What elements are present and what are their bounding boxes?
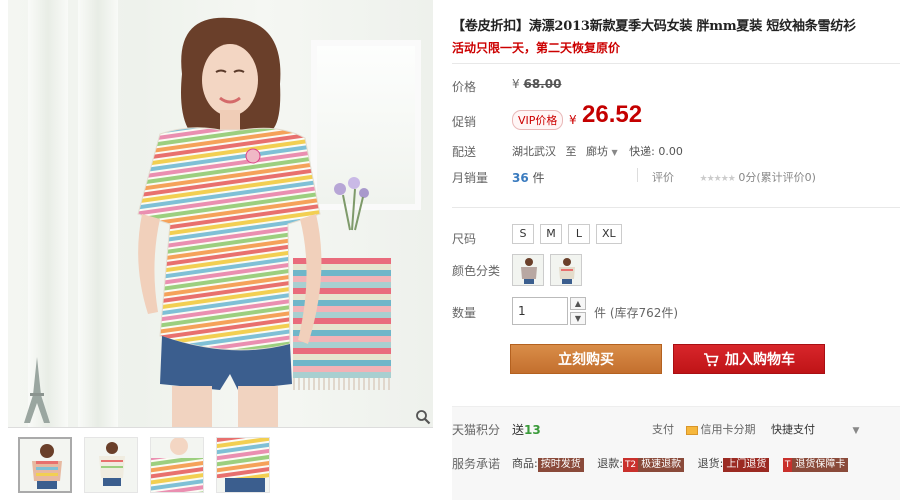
monthly-sales: 36 件 — [512, 169, 545, 186]
points-label: 天猫积分 — [452, 423, 501, 437]
cart-icon — [704, 353, 719, 367]
service-tag-pickup-return[interactable]: 上门退货 — [723, 458, 770, 472]
ship-fee: 快递: 0.00 — [629, 145, 683, 158]
service-tag-fast-refund[interactable]: 极速退款 — [638, 458, 685, 472]
service-prefix: 退货: — [697, 457, 724, 470]
price-currency: ¥ — [569, 113, 577, 127]
add-to-cart-button[interactable]: 加入购物车 — [673, 344, 825, 374]
quantity-label: 数量 — [452, 306, 477, 320]
ship-from: 湖北武汉 — [512, 145, 556, 158]
flowers-decor — [334, 177, 369, 231]
sales-count: 36 — [512, 171, 529, 185]
divider — [452, 63, 900, 64]
stock-info: 件 (库存762件) — [594, 306, 679, 320]
service-label: 服务承诺 — [452, 457, 501, 471]
review-count-link[interactable]: 0分(累计评价0) — [738, 171, 816, 184]
size-label: 尺码 — [452, 232, 477, 246]
divider — [452, 207, 900, 208]
curtain-decor — [78, 0, 118, 427]
price-label: 价格 — [452, 80, 477, 94]
ship-to-dropdown[interactable]: 廊坊 ▼ — [586, 145, 618, 158]
stepper-up-icon[interactable]: ▲ — [570, 297, 586, 310]
review-summary: 评价 ★★★★★ 0分(累计评价0) — [652, 169, 816, 185]
pay-fast-link[interactable]: 快捷支付 — [771, 423, 815, 436]
points-prefix: 送 — [512, 423, 525, 437]
pay-label: 支付 — [652, 423, 674, 436]
service-prefix: 商品: — [512, 457, 538, 470]
ship-to-word: 至 — [565, 145, 577, 158]
chevron-down-icon: ▼ — [611, 148, 618, 157]
review-label: 评价 — [652, 171, 674, 184]
service-mark: T — [782, 458, 793, 472]
size-option-xl[interactable]: XL — [596, 224, 622, 244]
product-title: 【卷皮折扣】涛漂2013新款夏季大码女装 胖mm夏装 短纹袖条雪纺衫 — [452, 19, 856, 34]
points-value: 13 — [524, 423, 541, 437]
service-promises: 商品: 按时发货 退款: T2 极速退款 退货: 上门退货 T 退货保障卡 — [512, 455, 858, 472]
monthly-sales-label: 月销量 — [452, 171, 489, 185]
size-option-l[interactable]: L — [568, 224, 590, 244]
color-option-1[interactable] — [512, 254, 544, 286]
credit-card-icon — [685, 425, 698, 435]
promo-price-value: 26.52 — [582, 101, 643, 128]
pay-card-link[interactable]: 信用卡分期 — [701, 423, 756, 436]
color-options — [512, 254, 582, 286]
original-currency: ¥ — [512, 77, 520, 91]
main-product-image[interactable] — [8, 0, 433, 428]
vip-price-badge: VIP价格 — [512, 110, 564, 130]
star-rating: ★★★★★ — [699, 174, 736, 184]
color-label: 颜色分类 — [452, 264, 501, 278]
stepper-down-icon[interactable]: ▼ — [570, 312, 586, 325]
original-price: ¥ 68.00 — [512, 77, 561, 91]
payment-info: 支付 信用卡分期 快捷支付 ▼ — [652, 421, 859, 437]
zoom-icon[interactable] — [415, 409, 431, 425]
ship-to-city: 廊坊 — [586, 145, 608, 158]
thumbnail-1[interactable] — [18, 437, 72, 493]
vertical-separator — [637, 168, 638, 182]
quantity-input[interactable]: 1 — [512, 297, 568, 325]
color-option-2[interactable] — [550, 254, 582, 286]
size-option-m[interactable]: M — [540, 224, 562, 244]
size-options: S M L XL — [512, 224, 622, 244]
shipping-info: 湖北武汉 至 廊坊 ▼ 快递: 0.00 — [512, 143, 683, 159]
buy-now-button[interactable]: 立刻购买 — [510, 344, 662, 374]
original-price-value: 68.00 — [523, 77, 562, 91]
service-tag-return-card[interactable]: 退货保障卡 — [792, 458, 849, 472]
service-prefix: 退款: — [597, 457, 623, 470]
promo-label: 促销 — [452, 115, 477, 129]
thumbnail-strip — [18, 437, 270, 497]
add-to-cart-label: 加入购物车 — [725, 352, 795, 368]
product-gallery — [8, 0, 433, 500]
thumbnail-2[interactable] — [84, 437, 138, 493]
thumbnail-3[interactable] — [150, 437, 204, 493]
eiffel-tower-decor — [24, 357, 50, 423]
points-info: 送13 — [512, 421, 541, 438]
product-subtitle: 活动只限一天，第二天恢复原价 — [452, 41, 621, 55]
buy-now-label: 立刻购买 — [558, 352, 614, 368]
size-option-s[interactable]: S — [512, 224, 534, 244]
service-tag-on-time[interactable]: 按时发货 — [537, 458, 584, 472]
shipping-label: 配送 — [452, 145, 477, 159]
thumbnail-4[interactable] — [216, 437, 270, 493]
service-mark: T2 — [622, 458, 639, 472]
chevron-down-icon[interactable]: ▼ — [853, 426, 860, 436]
sales-unit: 件 — [532, 171, 545, 185]
model-figure — [137, 17, 322, 427]
